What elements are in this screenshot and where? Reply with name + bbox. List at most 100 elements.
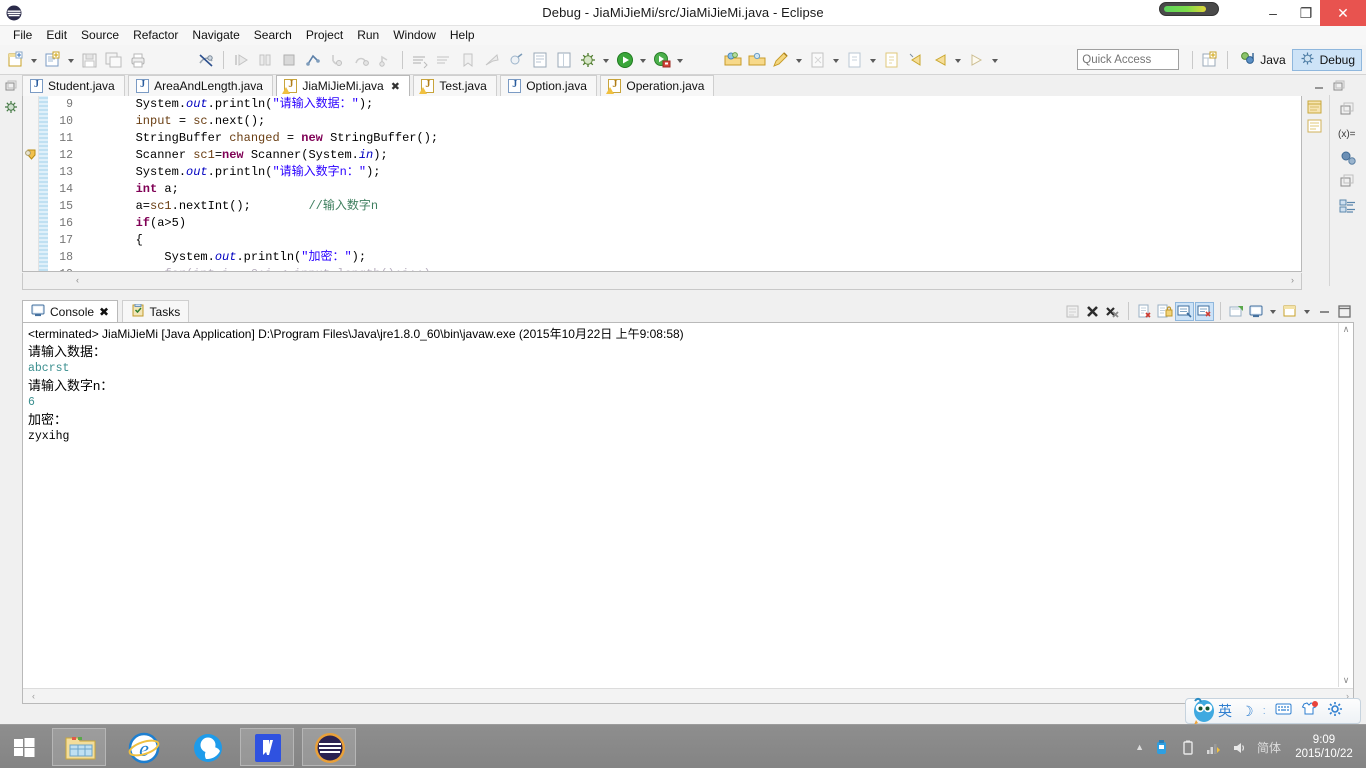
breakpoint-warning-icon[interactable] — [24, 148, 38, 166]
display-selected-console-icon[interactable] — [1227, 302, 1246, 321]
quick-access-input[interactable] — [1077, 49, 1180, 70]
scroll-down-icon[interactable]: ∨ — [1339, 674, 1353, 687]
toggle-mark-occurrences-icon[interactable] — [195, 49, 217, 71]
open-type-icon[interactable] — [881, 49, 903, 71]
menu-item-window[interactable]: Window — [386, 27, 443, 44]
breakpoints-view-icon[interactable] — [1338, 149, 1358, 169]
scroll-left-icon[interactable]: ‹ — [32, 689, 35, 704]
run-dropdown-icon[interactable] — [638, 49, 649, 71]
taskbar-item-eclipse[interactable] — [302, 728, 356, 766]
new-java-class-dropdown-icon[interactable] — [66, 49, 77, 71]
new-java-project-icon[interactable] — [722, 49, 744, 71]
code-text[interactable]: System.out.println("请输入数据："); input = sc… — [78, 96, 1301, 271]
tray-ime-label[interactable]: 简体 — [1257, 739, 1281, 756]
keyboard-icon[interactable] — [1275, 702, 1292, 720]
outline-view-icon[interactable] — [1338, 197, 1358, 217]
ime-mode-label[interactable]: 英 — [1218, 701, 1232, 721]
terminate-icon[interactable] — [1083, 302, 1102, 321]
toggle-word-wrap-icon[interactable] — [553, 49, 575, 71]
usb-icon[interactable] — [1153, 739, 1170, 756]
debug-dropdown-icon[interactable] — [601, 49, 612, 71]
battery-icon[interactable] — [1179, 739, 1196, 756]
new-package-icon[interactable] — [746, 49, 768, 71]
marker-gutter[interactable] — [23, 96, 39, 271]
close-button[interactable]: ✕ — [1320, 0, 1366, 26]
scroll-right-icon[interactable]: › — [1286, 274, 1299, 287]
console-horizontal-scrollbar[interactable]: ‹ › — [23, 688, 1353, 703]
new-class-dropdown-icon[interactable] — [794, 49, 805, 71]
scroll-up-icon[interactable]: ∧ — [1339, 323, 1353, 336]
debug-launch-icon[interactable] — [577, 49, 599, 71]
scroll-lock-icon[interactable] — [1155, 302, 1174, 321]
close-icon[interactable]: ✖ — [99, 305, 109, 319]
volume-icon[interactable] — [1231, 739, 1248, 756]
menu-item-run[interactable]: Run — [350, 27, 386, 44]
network-icon[interactable] — [1205, 739, 1222, 756]
back-dropdown-icon[interactable] — [953, 49, 964, 71]
editor-tab-test[interactable]: Test.java — [413, 75, 497, 96]
new-console-dropdown-icon[interactable] — [1302, 300, 1313, 322]
taskbar-item-browser[interactable] — [180, 728, 234, 766]
variables-view-icon[interactable]: (x)= — [1338, 125, 1358, 145]
show-hidden-icons-icon[interactable]: ▲ — [1135, 742, 1144, 752]
tab-console[interactable]: Console ✖ — [22, 300, 119, 322]
new-java-class-icon[interactable] — [42, 49, 64, 71]
back-arrow-icon[interactable] — [929, 49, 951, 71]
close-icon[interactable]: ✖ — [391, 80, 400, 93]
open-perspective-icon[interactable] — [1199, 49, 1221, 71]
menu-item-project[interactable]: Project — [299, 27, 350, 44]
ime-toolbar[interactable]: 英 ☽ ː — [1185, 697, 1361, 725]
menu-item-file[interactable]: File — [6, 27, 39, 44]
console-output[interactable]: <terminated> JiaMiJieMi [Java Applicatio… — [22, 322, 1354, 704]
outline-list-icon[interactable] — [1306, 119, 1324, 135]
perspective-java[interactable]: Java — [1233, 49, 1291, 71]
forward-dropdown-icon[interactable] — [990, 49, 1001, 71]
code-editor[interactable]: 9 10 11 12 13 14 15 16 17 18 19 System.o… — [22, 96, 1302, 272]
editor-tab-jiamijiemi[interactable]: JiaMiJieMi.java ✖ — [276, 75, 410, 96]
editor-tab-areaandlength[interactable]: AreaAndLength.java — [128, 75, 273, 96]
gear-icon[interactable] — [1327, 701, 1343, 722]
menu-item-navigate[interactable]: Navigate — [185, 27, 246, 44]
run-external-tools-icon[interactable] — [651, 49, 673, 71]
external-tools-dropdown-icon[interactable] — [675, 49, 686, 71]
restore-icon[interactable] — [4, 79, 17, 97]
taskbar-item-file-explorer[interactable] — [52, 728, 106, 766]
editor-tab-student[interactable]: Student.java — [22, 75, 125, 96]
new-console-view-icon[interactable] — [1281, 302, 1300, 321]
moon-icon[interactable]: ☽ — [1241, 703, 1254, 720]
run-launch-icon[interactable] — [614, 49, 636, 71]
windows-start-icon[interactable] — [0, 725, 48, 768]
debug-perspective-icon[interactable] — [3, 99, 19, 120]
restore-view-icon[interactable] — [1338, 101, 1358, 121]
taskbar-item-internet-explorer[interactable]: e — [116, 728, 170, 766]
menu-item-help[interactable]: Help — [443, 27, 482, 44]
console-dropdown-icon[interactable] — [1268, 300, 1279, 322]
forward-arrow-icon[interactable] — [966, 49, 988, 71]
punctuation-icon[interactable]: ː — [1263, 705, 1266, 717]
open-console-icon[interactable] — [1247, 302, 1266, 321]
tab-tasks[interactable]: Tasks — [121, 300, 190, 322]
back-history-icon[interactable] — [905, 49, 927, 71]
restore-icon[interactable] — [1332, 79, 1346, 91]
menu-item-refactor[interactable]: Refactor — [126, 27, 185, 44]
show-console-on-output-icon[interactable] — [1195, 301, 1214, 321]
menu-item-edit[interactable]: Edit — [39, 27, 74, 44]
remove-all-terminated-icon[interactable] — [1103, 302, 1122, 321]
new-wizard-dropdown-icon[interactable] — [29, 49, 40, 71]
perspective-debug[interactable]: Debug — [1291, 48, 1362, 71]
new-java-class2-icon[interactable] — [770, 49, 792, 71]
editor-horizontal-scrollbar[interactable]: ‹ › — [22, 273, 1302, 290]
maximize-icon[interactable] — [1335, 302, 1354, 321]
restore-view2-icon[interactable] — [1338, 173, 1358, 193]
scroll-left-icon[interactable]: ‹ — [71, 274, 84, 287]
outline-thumb-icon[interactable] — [1306, 100, 1324, 116]
console-vertical-scrollbar[interactable]: ∧ ∨ — [1338, 323, 1353, 687]
menu-item-search[interactable]: Search — [247, 27, 299, 44]
minimize-icon[interactable] — [1312, 79, 1326, 91]
clock[interactable]: 9:09 2015/10/22 — [1290, 733, 1358, 761]
skin-icon[interactable] — [1301, 701, 1318, 721]
remove-launch-icon[interactable] — [1135, 302, 1154, 321]
minimize-icon[interactable] — [1315, 302, 1334, 321]
taskbar-item-wps-writer[interactable] — [240, 728, 294, 766]
editor-tab-operation[interactable]: Operation.java — [600, 75, 715, 96]
